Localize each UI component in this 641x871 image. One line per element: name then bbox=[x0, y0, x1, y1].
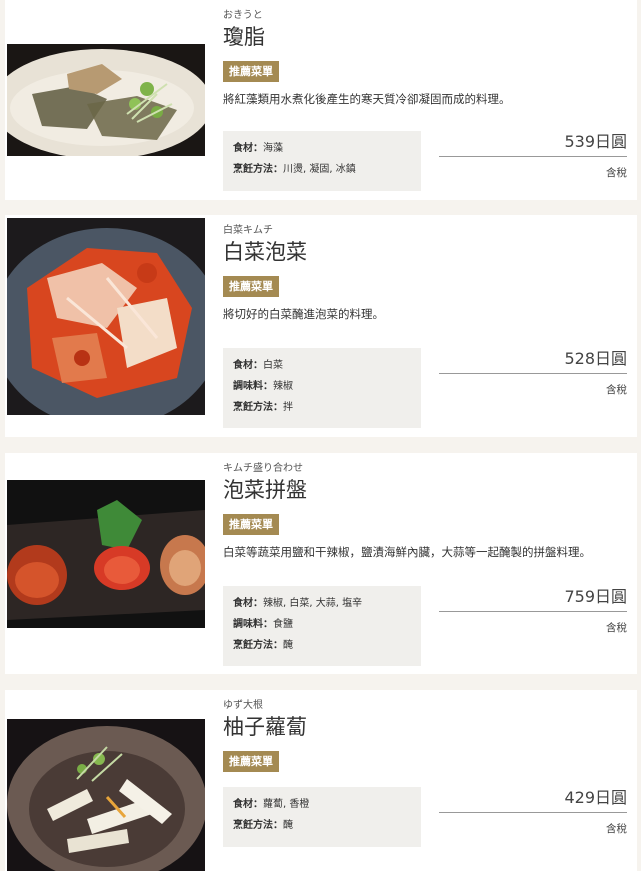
price-block: 528日圓 含稅 bbox=[439, 348, 627, 397]
dish-name[interactable]: 泡菜拼盤 bbox=[223, 476, 627, 504]
dish-info: ゆず大根 柚子蘿蔔 推薦菜單 bbox=[223, 700, 627, 772]
menu-item-okiuto[interactable]: おきうと 瓊脂 推薦菜單 將紅藻類用水煮化後產生的寒天質冷卻凝固而成的料理。 食… bbox=[5, 0, 637, 200]
dish-reading: おきうと bbox=[223, 10, 263, 21]
dish-photo-yuzu-daikon-image bbox=[7, 719, 205, 871]
dish-reading: キムチ盛り合わせ bbox=[223, 463, 303, 474]
spec-cooking-method: 烹飪方法：川燙, 凝固, 冰鎮 bbox=[233, 159, 411, 180]
spec-key: 烹飪方法： bbox=[233, 402, 283, 413]
dish-description: 將切好的白菜醃進泡菜的料理。 bbox=[223, 307, 384, 321]
dish-name[interactable]: 白菜泡菜 bbox=[223, 238, 627, 266]
spec-value: 醃 bbox=[283, 820, 293, 831]
spec-value: 食鹽 bbox=[273, 619, 293, 630]
dish-specs: 食材：白菜 調味料：辣椒 烹飪方法：拌 bbox=[223, 348, 421, 428]
dish-info: おきうと 瓊脂 推薦菜單 將紅藻類用水煮化後產生的寒天質冷卻凝固而成的料理。 bbox=[223, 10, 627, 107]
dish-photo-hakusai-kimchi-image bbox=[7, 218, 205, 415]
price-block: 759日圓 含稅 bbox=[439, 586, 627, 635]
dish-photo-yuzu-daikon[interactable] bbox=[7, 719, 205, 871]
dish-photo-okiuto-image bbox=[7, 44, 205, 156]
spec-value: 醃 bbox=[283, 640, 293, 651]
spec-cooking-method: 烹飪方法：醃 bbox=[233, 635, 411, 656]
tax-label: 含稅 bbox=[606, 823, 627, 835]
dish-price: 429日圓 bbox=[439, 787, 627, 813]
dish-photo-okiuto[interactable] bbox=[7, 44, 205, 156]
tax-label: 含稅 bbox=[606, 167, 627, 179]
dish-info: 白菜キムチ 白菜泡菜 推薦菜單 將切好的白菜醃進泡菜的料理。 bbox=[223, 225, 627, 322]
recommended-badge: 推薦菜單 bbox=[223, 514, 279, 535]
menu-item-hakusai-kimchi[interactable]: 白菜キムチ 白菜泡菜 推薦菜單 將切好的白菜醃進泡菜的料理。 食材：白菜 調味料… bbox=[5, 215, 637, 437]
menu-item-yuzu-daikon[interactable]: ゆず大根 柚子蘿蔔 推薦菜單 食材：蘿蔔, 香橙 烹飪方法：醃 429日圓 含稅 bbox=[5, 690, 637, 871]
dish-price: 759日圓 bbox=[439, 586, 627, 612]
spec-value: 拌 bbox=[283, 402, 293, 413]
spec-cooking-method: 烹飪方法：拌 bbox=[233, 397, 411, 418]
dish-reading: ゆず大根 bbox=[223, 700, 263, 711]
spec-cooking-method: 烹飪方法：醃 bbox=[233, 815, 411, 836]
dish-photo-kimchi-platter[interactable] bbox=[7, 480, 205, 628]
spec-value: 海藻 bbox=[263, 143, 283, 154]
spec-seasoning: 調味料：辣椒 bbox=[233, 376, 411, 397]
dish-price: 528日圓 bbox=[439, 348, 627, 374]
recommended-badge: 推薦菜單 bbox=[223, 276, 279, 297]
dish-specs: 食材：海藻 烹飪方法：川燙, 凝固, 冰鎮 bbox=[223, 131, 421, 191]
price-block: 429日圓 含稅 bbox=[439, 787, 627, 836]
spec-ingredients: 食材：海藻 bbox=[233, 138, 411, 159]
menu-item-kimchi-platter[interactable]: キムチ盛り合わせ 泡菜拼盤 推薦菜單 白菜等蔬菜用鹽和干辣椒，鹽漬海鮮內臟，大蒜… bbox=[5, 453, 637, 674]
spec-key: 烹飪方法： bbox=[233, 640, 283, 651]
dish-description: 將紅藻類用水煮化後產生的寒天質冷卻凝固而成的料理。 bbox=[223, 92, 511, 106]
dish-name[interactable]: 柚子蘿蔔 bbox=[223, 713, 627, 741]
spec-ingredients: 食材：辣椒, 白菜, 大蒜, 塩辛 bbox=[233, 593, 411, 614]
tax-label: 含稅 bbox=[606, 384, 627, 396]
dish-price: 539日圓 bbox=[439, 131, 627, 157]
spec-key: 調味料： bbox=[233, 381, 273, 392]
tax-label: 含稅 bbox=[606, 622, 627, 634]
dish-reading: 白菜キムチ bbox=[223, 225, 273, 236]
spec-value: 辣椒 bbox=[273, 381, 293, 392]
dish-specs: 食材：辣椒, 白菜, 大蒜, 塩辛 調味料：食鹽 烹飪方法：醃 bbox=[223, 586, 421, 666]
spec-key: 食材： bbox=[233, 143, 263, 154]
recommended-badge: 推薦菜單 bbox=[223, 751, 279, 772]
dish-name[interactable]: 瓊脂 bbox=[223, 23, 627, 51]
dish-description: 白菜等蔬菜用鹽和干辣椒，鹽漬海鮮內臟，大蒜等一起醃製的拼盤料理。 bbox=[223, 545, 591, 559]
spec-key: 食材： bbox=[233, 360, 263, 371]
dish-info: キムチ盛り合わせ 泡菜拼盤 推薦菜單 白菜等蔬菜用鹽和干辣椒，鹽漬海鮮內臟，大蒜… bbox=[223, 463, 627, 560]
spec-key: 烹飪方法： bbox=[233, 820, 283, 831]
price-block: 539日圓 含稅 bbox=[439, 131, 627, 180]
recommended-badge: 推薦菜單 bbox=[223, 61, 279, 82]
spec-ingredients: 食材：蘿蔔, 香橙 bbox=[233, 794, 411, 815]
spec-value: 蘿蔔, 香橙 bbox=[263, 799, 310, 810]
spec-value: 辣椒, 白菜, 大蒜, 塩辛 bbox=[263, 598, 363, 609]
spec-key: 調味料： bbox=[233, 619, 273, 630]
dish-specs: 食材：蘿蔔, 香橙 烹飪方法：醃 bbox=[223, 787, 421, 847]
spec-ingredients: 食材：白菜 bbox=[233, 355, 411, 376]
menu-list: おきうと 瓊脂 推薦菜單 將紅藻類用水煮化後產生的寒天質冷卻凝固而成的料理。 食… bbox=[0, 0, 641, 871]
dish-photo-hakusai-kimchi[interactable] bbox=[7, 218, 205, 415]
spec-value: 白菜 bbox=[263, 360, 283, 371]
dish-photo-kimchi-platter-image bbox=[7, 480, 205, 628]
spec-key: 食材： bbox=[233, 799, 263, 810]
spec-key: 烹飪方法： bbox=[233, 164, 283, 175]
spec-value: 川燙, 凝固, 冰鎮 bbox=[283, 164, 356, 175]
spec-key: 食材： bbox=[233, 598, 263, 609]
spec-seasoning: 調味料：食鹽 bbox=[233, 614, 411, 635]
